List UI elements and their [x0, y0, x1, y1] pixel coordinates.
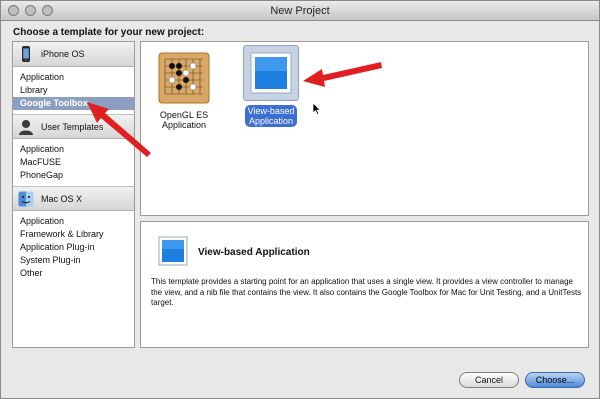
group-items-user-templates: Application MacFUSE PhoneGap — [13, 139, 134, 186]
template-label-line1: OpenGL ES — [159, 110, 209, 120]
group-items-iphone-os: Application Library Google Toolbox — [13, 67, 134, 114]
sidebar-item-framework-library[interactable]: Framework & Library — [13, 228, 134, 241]
group-header-mac-os-x[interactable]: Mac OS X — [13, 186, 134, 211]
user-icon — [19, 120, 33, 135]
title-bar: New Project — [1, 1, 599, 21]
prompt-text: Choose a template for your new project: — [13, 27, 205, 38]
template-label-line1: View-based — [247, 106, 295, 116]
sidebar-item-application[interactable]: Application — [13, 215, 134, 228]
window-title: New Project — [270, 5, 330, 17]
sidebar-item-phonegap[interactable]: PhoneGap — [13, 169, 134, 182]
cancel-button[interactable]: Cancel — [459, 372, 519, 388]
group-label: iPhone OS — [41, 49, 85, 59]
iphone-icon — [22, 46, 30, 62]
template-opengl-es-application[interactable]: OpenGL ES Application — [153, 50, 215, 130]
sidebar-item-google-toolbox[interactable]: Google Toolbox — [13, 97, 134, 110]
template-description-panel: View-based Application This template pro… — [140, 221, 589, 348]
template-view-based-application[interactable]: View-based Application — [241, 45, 301, 127]
blue-view-icon — [250, 52, 292, 94]
group-label: User Templates — [41, 122, 104, 132]
group-header-iphone-os[interactable]: iPhone OS — [13, 42, 134, 67]
template-label-line2: Application — [161, 120, 207, 130]
choose-button[interactable]: Choose... — [525, 372, 585, 388]
group-label: Mac OS X — [41, 194, 83, 204]
go-board-icon — [158, 52, 210, 104]
sidebar-item-application-plug-in[interactable]: Application Plug-in — [13, 241, 134, 254]
description-body: This template provides a starting point … — [151, 277, 582, 307]
template-category-list: iPhone OS Application Library Google Too… — [12, 41, 135, 348]
sidebar-item-macfuse[interactable]: MacFUSE — [13, 156, 134, 169]
sidebar-item-system-plug-in[interactable]: System Plug-in — [13, 254, 134, 267]
template-grid: OpenGL ES Application View-based Applica… — [140, 41, 589, 216]
sidebar-item-library[interactable]: Library — [13, 84, 134, 97]
description-title: View-based Application — [198, 247, 310, 258]
sidebar-item-application[interactable]: Application — [13, 143, 134, 156]
sidebar-item-application[interactable]: Application — [13, 71, 134, 84]
group-items-mac-os-x: Application Framework & Library Applicat… — [13, 211, 134, 284]
sidebar-item-other[interactable]: Other — [13, 267, 134, 280]
view-based-application-icon — [158, 236, 188, 266]
group-header-user-templates[interactable]: User Templates — [13, 114, 134, 139]
template-label-selected: View-based Application — [244, 105, 298, 127]
mouse-cursor-icon — [312, 102, 322, 116]
template-label-line2: Application — [248, 116, 294, 126]
new-project-window: New Project Choose a template for your n… — [0, 0, 600, 399]
finder-icon — [18, 191, 34, 207]
